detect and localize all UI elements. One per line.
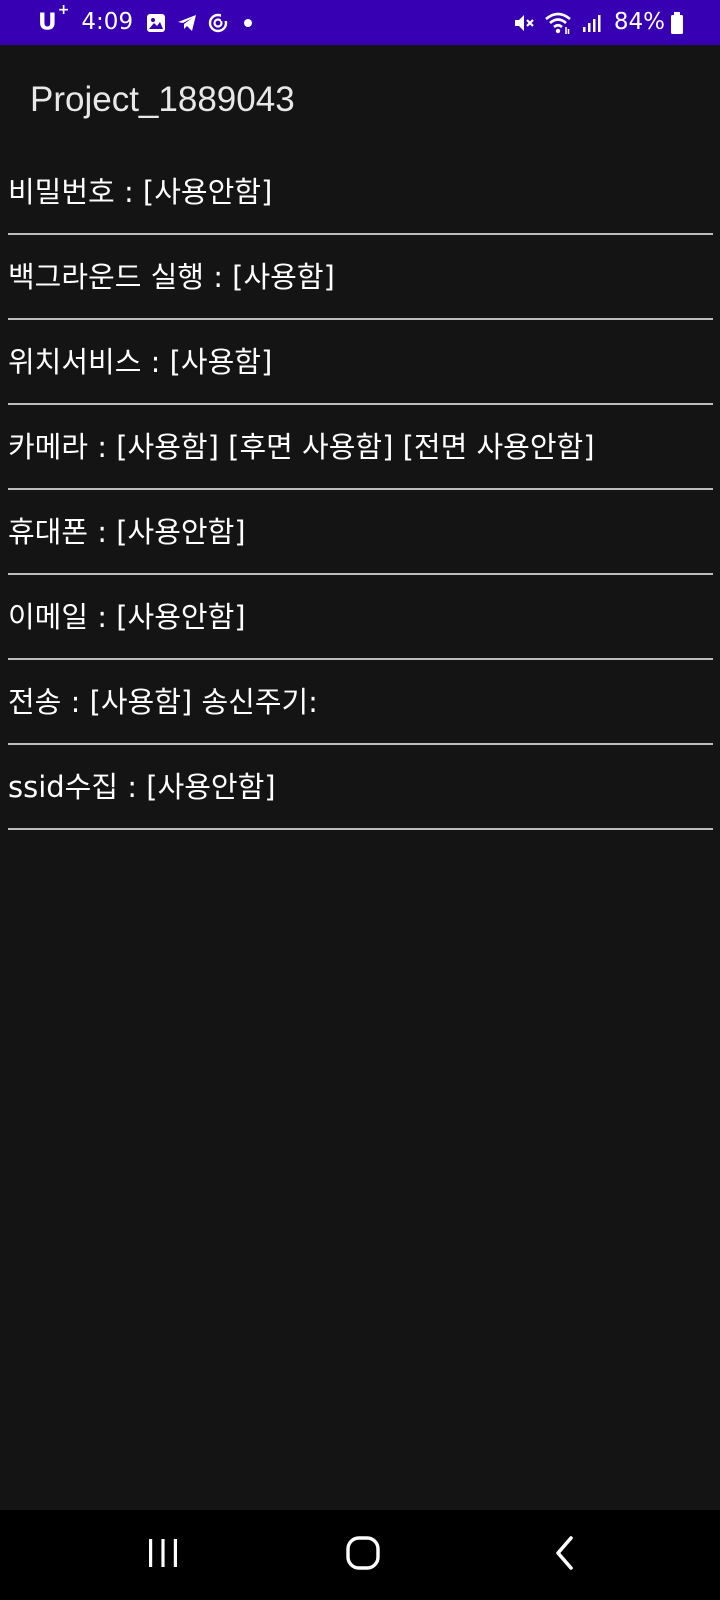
app-bar: Project_1889043 — [0, 45, 720, 153]
divider — [8, 233, 713, 235]
setting-row-location[interactable]: 위치서비스 : [사용함] — [8, 330, 713, 415]
setting-text: ssid수집 : [사용안함] — [8, 770, 276, 804]
telegram-icon — [176, 12, 198, 34]
battery-percent: 84% — [613, 9, 665, 35]
setting-text: 카메라 : [사용함] [후면 사용함] [전면 사용안함] — [8, 430, 595, 464]
divider — [8, 573, 713, 575]
clock: 4:09 — [81, 9, 134, 35]
home-icon — [345, 1535, 381, 1575]
status-bar-left: U+ 4:09 — [38, 0, 513, 45]
setting-text: 백그라운드 실행 : [사용함] — [8, 260, 335, 294]
setting-row-email[interactable]: 이메일 : [사용안함] — [8, 585, 713, 670]
back-icon — [552, 1535, 578, 1575]
gallery-icon — [145, 12, 167, 34]
carrier-label: U+ — [38, 2, 70, 36]
navigation-bar — [0, 1510, 720, 1600]
app-title: Project_1889043 — [30, 79, 295, 119]
status-bar: U+ 4:09 84% — [0, 0, 720, 45]
wifi-icon — [544, 11, 572, 35]
mute-icon — [513, 12, 535, 34]
home-button[interactable] — [303, 1510, 423, 1600]
setting-text: 위치서비스 : [사용함] — [8, 345, 273, 379]
settings-list: 비밀번호 : [사용안함] 백그라운드 실행 : [사용함] 위치서비스 : [… — [8, 160, 713, 840]
divider — [8, 488, 713, 490]
dot-icon — [238, 12, 258, 34]
setting-row-transmit[interactable]: 전송 : [사용함] 송신주기: — [8, 670, 713, 755]
divider — [8, 828, 713, 830]
screen: U+ 4:09 84% Project_1889043 비밀번호: [사용안함… — [0, 0, 720, 1600]
status-bar-right: 84% — [513, 0, 684, 45]
recents-icon — [146, 1538, 180, 1572]
setting-row-background-run[interactable]: 백그라운드 실행 : [사용함] — [8, 245, 713, 330]
divider — [8, 743, 713, 745]
setting-row-ssid[interactable]: ssid수집 : [사용안함] — [8, 755, 713, 840]
battery-icon — [670, 11, 684, 35]
setting-text: 비밀번호 : [사용안함] — [8, 175, 273, 209]
setting-text: 휴대폰 : [사용안함] — [8, 515, 246, 549]
setting-row-camera[interactable]: 카메라 : [사용함] [후면 사용함] [전면 사용안함] — [8, 415, 713, 500]
setting-text: 이메일 : [사용안함] — [8, 600, 246, 634]
divider — [8, 658, 713, 660]
recents-button[interactable] — [103, 1510, 223, 1600]
sync-icon — [207, 12, 230, 34]
setting-row-password[interactable]: 비밀번호 : [사용안함] — [8, 160, 713, 245]
back-button[interactable] — [505, 1510, 625, 1600]
signal-icon — [581, 12, 601, 34]
divider — [8, 403, 713, 405]
setting-text: 전송 : [사용함] 송신주기: — [8, 685, 318, 719]
divider — [8, 318, 713, 320]
setting-row-phone[interactable]: 휴대폰 : [사용안함] — [8, 500, 713, 585]
